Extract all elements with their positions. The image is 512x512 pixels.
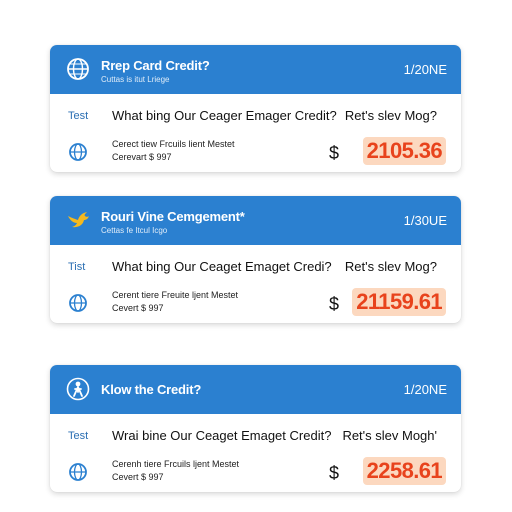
question-text: What bing Our Ceager Emager Credit? xyxy=(112,108,337,123)
card-details: Cerenh tiere Frcuils ljent Mestet Cevert… xyxy=(112,458,239,484)
card-subtitle: Cuttas is itut Lriege xyxy=(101,75,170,84)
bird-icon xyxy=(66,208,90,232)
amount-badge: 21159.61 xyxy=(352,288,446,316)
test-tag[interactable]: Tist xyxy=(68,261,85,273)
globe-icon xyxy=(68,142,88,162)
detail-line: Cerevart $ 997 xyxy=(112,152,172,162)
currency-symbol: $ xyxy=(328,463,339,483)
card-header: Rrep Card Credit? Cuttas is itut Lriege … xyxy=(50,45,461,94)
globe-icon xyxy=(66,57,90,81)
credit-card-panel-1: Rrep Card Credit? Cuttas is itut Lriege … xyxy=(50,45,461,172)
test-tag[interactable]: Test xyxy=(68,110,88,122)
card-counter: 1/30UE xyxy=(403,213,447,228)
currency-symbol: $ xyxy=(328,294,339,314)
currency-symbol: $ xyxy=(328,143,339,163)
answer-link[interactable]: Ret's slev Mogh' xyxy=(342,428,437,443)
globe-icon xyxy=(68,293,88,313)
detail-line: Cerent tiere Freuite ljent Mestet xyxy=(112,290,239,300)
card-counter: 1/20NE xyxy=(403,382,447,397)
card-counter: 1/20NE xyxy=(403,62,447,77)
card-title: Klow the Credit? xyxy=(101,382,202,397)
amount-badge: 2105.36 xyxy=(362,137,446,165)
person-icon xyxy=(66,377,90,401)
globe-icon xyxy=(68,462,88,482)
credit-card-panel-2: Rouri Vine Cemgement* Cettas fe Itcul Ic… xyxy=(50,196,461,323)
card-header: Klow the Credit? 1/20NE xyxy=(50,365,461,414)
card-header: Rouri Vine Cemgement* Cettas fe Itcul Ic… xyxy=(50,196,461,245)
detail-line: Cevert $ 997 xyxy=(112,303,164,313)
question-text: What bing Our Ceaget Emaget Credi? xyxy=(112,259,332,274)
detail-line: Cerect tiew Frcuils lient Mestet xyxy=(112,139,235,149)
card-details: Cerect tiew Frcuils lient Mestet Cerevar… xyxy=(112,138,235,164)
card-subtitle: Cettas fe Itcul Icgo xyxy=(101,226,168,235)
card-details: Cerent tiere Freuite ljent Mestet Cevert… xyxy=(112,289,238,315)
credit-card-panel-3: Klow the Credit? 1/20NE Test Wrai bine O… xyxy=(50,365,461,492)
question-text: Wrai bine Our Ceaget Emaget Credit? xyxy=(112,428,332,443)
detail-line: Cerenh tiere Frcuils ljent Mestet xyxy=(112,459,240,469)
amount-badge: 2258.61 xyxy=(362,457,446,485)
card-title: Rouri Vine Cemgement* xyxy=(101,209,245,224)
answer-link[interactable]: Ret's slev Mog? xyxy=(345,108,437,123)
card-title: Rrep Card Credit? xyxy=(101,58,210,73)
detail-line: Cevert $ 997 xyxy=(112,472,164,482)
test-tag[interactable]: Test xyxy=(68,430,88,442)
answer-link[interactable]: Ret's slev Mog? xyxy=(345,259,437,274)
